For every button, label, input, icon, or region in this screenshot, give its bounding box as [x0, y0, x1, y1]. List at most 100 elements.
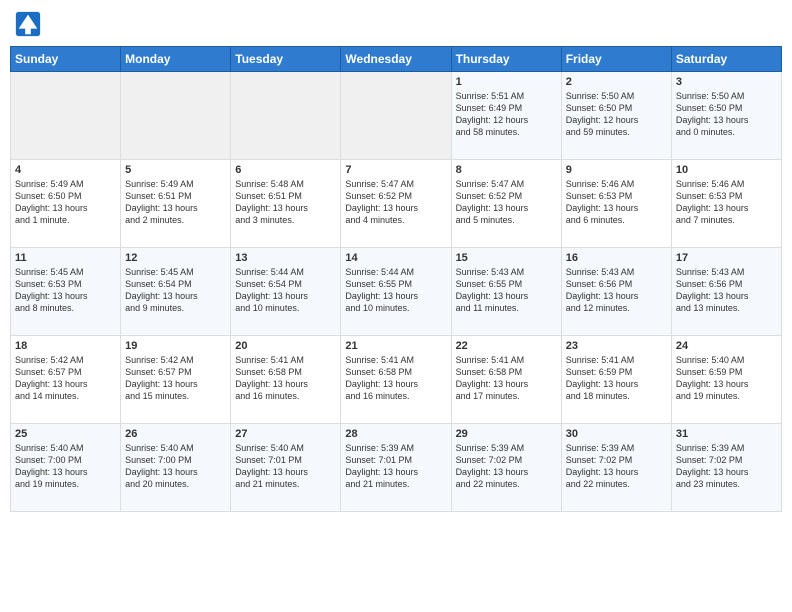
day-number: 2: [566, 76, 667, 88]
day-cell: 4 Sunrise: 5:49 AM Sunset: 6:50 PM Daylig…: [11, 160, 121, 248]
day-info: Sunrise: 5:47 AM Sunset: 6:52 PM Dayligh…: [456, 178, 557, 227]
day-number: 7: [345, 164, 446, 176]
day-cell: 12 Sunrise: 5:45 AM Sunset: 6:54 PM Dayli…: [121, 248, 231, 336]
day-cell: 21 Sunrise: 5:41 AM Sunset: 6:58 PM Dayli…: [341, 336, 451, 424]
day-number: 12: [125, 252, 226, 264]
day-number: 27: [235, 428, 336, 440]
day-cell: 8 Sunrise: 5:47 AM Sunset: 6:52 PM Daylig…: [451, 160, 561, 248]
day-number: 11: [15, 252, 116, 264]
page-header: [10, 10, 782, 38]
day-cell: 10Sunrise: 5:46 AM Sunset: 6:53 PM Dayli…: [671, 160, 781, 248]
day-info: Sunrise: 5:44 AM Sunset: 6:55 PM Dayligh…: [345, 266, 446, 315]
day-info: Sunrise: 5:41 AM Sunset: 6:58 PM Dayligh…: [235, 354, 336, 403]
day-cell: 30 Sunrise: 5:39 AM Sunset: 7:02 PM Dayli…: [561, 424, 671, 512]
calendar-table: SundayMondayTuesdayWednesdayThursdayFrid…: [10, 46, 782, 512]
day-info: Sunrise: 5:49 AM Sunset: 6:51 PM Dayligh…: [125, 178, 226, 227]
day-cell: 24 Sunrise: 5:40 AM Sunset: 6:59 PM Dayli…: [671, 336, 781, 424]
day-info: Sunrise: 5:40 AM Sunset: 7:00 PM Dayligh…: [125, 442, 226, 491]
day-cell: [231, 72, 341, 160]
logo-icon: [14, 10, 42, 38]
day-info: Sunrise: 5:43 AM Sunset: 6:55 PM Dayligh…: [456, 266, 557, 315]
day-cell: 14Sunrise: 5:44 AM Sunset: 6:55 PM Dayli…: [341, 248, 451, 336]
day-number: 22: [456, 340, 557, 352]
day-cell: 22 Sunrise: 5:41 AM Sunset: 6:58 PM Dayli…: [451, 336, 561, 424]
day-info: Sunrise: 5:40 AM Sunset: 7:01 PM Dayligh…: [235, 442, 336, 491]
week-row-2: 4 Sunrise: 5:49 AM Sunset: 6:50 PM Daylig…: [11, 160, 782, 248]
day-info: Sunrise: 5:41 AM Sunset: 6:58 PM Dayligh…: [345, 354, 446, 403]
week-row-4: 18 Sunrise: 5:42 AM Sunset: 6:57 PM Dayli…: [11, 336, 782, 424]
day-info: Sunrise: 5:39 AM Sunset: 7:02 PM Dayligh…: [676, 442, 777, 491]
day-number: 24: [676, 340, 777, 352]
day-cell: 15 Sunrise: 5:43 AM Sunset: 6:55 PM Dayli…: [451, 248, 561, 336]
day-info: Sunrise: 5:49 AM Sunset: 6:50 PM Dayligh…: [15, 178, 116, 227]
weekday-header-thursday: Thursday: [451, 47, 561, 72]
day-info: Sunrise: 5:41 AM Sunset: 6:58 PM Dayligh…: [456, 354, 557, 403]
day-info: Sunrise: 5:48 AM Sunset: 6:51 PM Dayligh…: [235, 178, 336, 227]
day-number: 8: [456, 164, 557, 176]
day-info: Sunrise: 5:40 AM Sunset: 6:59 PM Dayligh…: [676, 354, 777, 403]
day-info: Sunrise: 5:39 AM Sunset: 7:02 PM Dayligh…: [566, 442, 667, 491]
weekday-header-row: SundayMondayTuesdayWednesdayThursdayFrid…: [11, 47, 782, 72]
day-number: 18: [15, 340, 116, 352]
day-cell: 26Sunrise: 5:40 AM Sunset: 7:00 PM Dayli…: [121, 424, 231, 512]
weekday-header-tuesday: Tuesday: [231, 47, 341, 72]
day-number: 4: [15, 164, 116, 176]
day-cell: 16 Sunrise: 5:43 AM Sunset: 6:56 PM Dayli…: [561, 248, 671, 336]
day-number: 10: [676, 164, 777, 176]
day-cell: 1Sunrise: 5:51 AM Sunset: 6:49 PM Daylig…: [451, 72, 561, 160]
day-number: 23: [566, 340, 667, 352]
day-info: Sunrise: 5:43 AM Sunset: 6:56 PM Dayligh…: [566, 266, 667, 315]
week-row-5: 25 Sunrise: 5:40 AM Sunset: 7:00 PM Dayli…: [11, 424, 782, 512]
weekday-header-sunday: Sunday: [11, 47, 121, 72]
day-number: 6: [235, 164, 336, 176]
day-cell: 20 Sunrise: 5:41 AM Sunset: 6:58 PM Dayli…: [231, 336, 341, 424]
day-number: 30: [566, 428, 667, 440]
day-cell: [121, 72, 231, 160]
day-number: 16: [566, 252, 667, 264]
day-cell: 17Sunrise: 5:43 AM Sunset: 6:56 PM Dayli…: [671, 248, 781, 336]
day-info: Sunrise: 5:40 AM Sunset: 7:00 PM Dayligh…: [15, 442, 116, 491]
day-cell: 23Sunrise: 5:41 AM Sunset: 6:59 PM Dayli…: [561, 336, 671, 424]
day-info: Sunrise: 5:39 AM Sunset: 7:02 PM Dayligh…: [456, 442, 557, 491]
day-number: 25: [15, 428, 116, 440]
day-number: 3: [676, 76, 777, 88]
day-info: Sunrise: 5:45 AM Sunset: 6:53 PM Dayligh…: [15, 266, 116, 315]
day-cell: 7 Sunrise: 5:47 AM Sunset: 6:52 PM Daylig…: [341, 160, 451, 248]
day-cell: [11, 72, 121, 160]
day-info: Sunrise: 5:43 AM Sunset: 6:56 PM Dayligh…: [676, 266, 777, 315]
weekday-header-saturday: Saturday: [671, 47, 781, 72]
day-number: 5: [125, 164, 226, 176]
week-row-3: 11 Sunrise: 5:45 AM Sunset: 6:53 PM Dayli…: [11, 248, 782, 336]
day-cell: 5 Sunrise: 5:49 AM Sunset: 6:51 PM Daylig…: [121, 160, 231, 248]
day-info: Sunrise: 5:47 AM Sunset: 6:52 PM Dayligh…: [345, 178, 446, 227]
day-cell: 31 Sunrise: 5:39 AM Sunset: 7:02 PM Dayli…: [671, 424, 781, 512]
day-cell: 9 Sunrise: 5:46 AM Sunset: 6:53 PM Daylig…: [561, 160, 671, 248]
day-number: 13: [235, 252, 336, 264]
day-info: Sunrise: 5:44 AM Sunset: 6:54 PM Dayligh…: [235, 266, 336, 315]
day-info: Sunrise: 5:45 AM Sunset: 6:54 PM Dayligh…: [125, 266, 226, 315]
day-number: 31: [676, 428, 777, 440]
weekday-header-wednesday: Wednesday: [341, 47, 451, 72]
day-info: Sunrise: 5:46 AM Sunset: 6:53 PM Dayligh…: [566, 178, 667, 227]
day-info: Sunrise: 5:50 AM Sunset: 6:50 PM Dayligh…: [566, 90, 667, 139]
logo: [14, 10, 46, 38]
day-number: 28: [345, 428, 446, 440]
day-cell: 13 Sunrise: 5:44 AM Sunset: 6:54 PM Dayli…: [231, 248, 341, 336]
day-number: 20: [235, 340, 336, 352]
day-number: 21: [345, 340, 446, 352]
day-cell: 3Sunrise: 5:50 AM Sunset: 6:50 PM Daylig…: [671, 72, 781, 160]
week-row-1: 1Sunrise: 5:51 AM Sunset: 6:49 PM Daylig…: [11, 72, 782, 160]
day-cell: 11 Sunrise: 5:45 AM Sunset: 6:53 PM Dayli…: [11, 248, 121, 336]
day-info: Sunrise: 5:42 AM Sunset: 6:57 PM Dayligh…: [15, 354, 116, 403]
day-cell: 19Sunrise: 5:42 AM Sunset: 6:57 PM Dayli…: [121, 336, 231, 424]
day-cell: 28Sunrise: 5:39 AM Sunset: 7:01 PM Dayli…: [341, 424, 451, 512]
day-cell: 25 Sunrise: 5:40 AM Sunset: 7:00 PM Dayli…: [11, 424, 121, 512]
day-cell: 27 Sunrise: 5:40 AM Sunset: 7:01 PM Dayli…: [231, 424, 341, 512]
day-cell: 2 Sunrise: 5:50 AM Sunset: 6:50 PM Daylig…: [561, 72, 671, 160]
day-cell: 18 Sunrise: 5:42 AM Sunset: 6:57 PM Dayli…: [11, 336, 121, 424]
day-number: 9: [566, 164, 667, 176]
day-info: Sunrise: 5:42 AM Sunset: 6:57 PM Dayligh…: [125, 354, 226, 403]
day-number: 1: [456, 76, 557, 88]
day-number: 15: [456, 252, 557, 264]
day-cell: [341, 72, 451, 160]
